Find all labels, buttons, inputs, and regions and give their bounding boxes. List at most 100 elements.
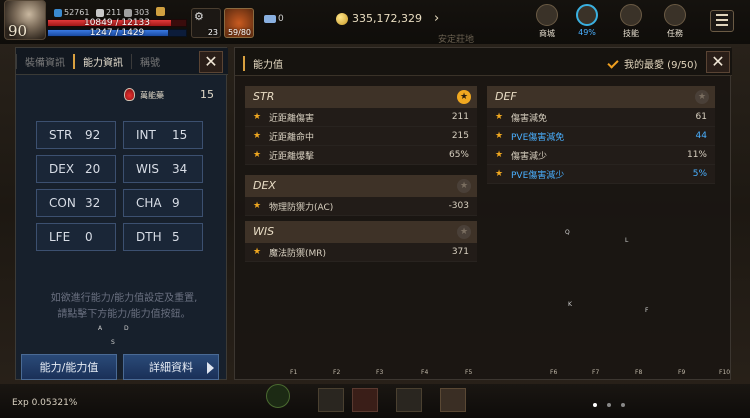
page-dot <box>621 403 625 407</box>
star-icon: ★ <box>253 112 262 122</box>
panel-title: 能力值 <box>243 56 283 71</box>
stat-con: CON 32 <box>36 189 116 217</box>
key-hint-d: D <box>124 325 129 332</box>
moon-skill-icon[interactable] <box>266 384 290 408</box>
armor-icon <box>124 8 132 17</box>
stat-int: INT 15 <box>123 121 203 149</box>
close-icon: ✕ <box>711 52 725 71</box>
fkey-10: F10 <box>719 369 731 376</box>
help-text: 如欲進行能力/能力值設定及重置, 請點擊下方能力/能力值按鈕。 <box>50 293 198 320</box>
fkey-7: F7 <box>592 369 600 376</box>
checkmark-icon <box>607 58 619 70</box>
quest-button[interactable]: 任務 <box>658 4 692 39</box>
stat-wis: WIS 34 <box>123 155 203 183</box>
star-icon: ★ <box>253 201 262 211</box>
star-filled-icon[interactable]: ★ <box>457 90 471 104</box>
stat-row: ★ 傷害減免 61 <box>487 108 715 127</box>
coin-icon <box>336 12 348 25</box>
fkey-4: F4 <box>421 369 429 376</box>
stat-dth: DTH 5 <box>123 223 203 251</box>
gear-icon: ⚙ <box>194 10 204 23</box>
skill-slot-icon[interactable] <box>352 388 378 412</box>
chevron-right-icon[interactable]: › <box>434 11 439 26</box>
stat-cha: CHA 9 <box>123 189 203 217</box>
mp-text: 1247 / 1429 <box>89 28 145 38</box>
shield-icon <box>54 8 62 17</box>
star-icon: ★ <box>253 247 262 257</box>
key-hint-f: F <box>645 307 649 314</box>
star-empty-icon[interactable]: ★ <box>457 179 471 193</box>
ability-stats-button[interactable]: 能力/能力值 <box>21 354 117 380</box>
stat-row: ★ 魔法防禦(MR) 371 <box>245 243 477 262</box>
quick-slot-2[interactable]: 59/80 <box>224 8 254 38</box>
progress-button[interactable]: 49% <box>570 4 604 37</box>
stat-row: ★ PVE傷害減少 5% <box>487 165 715 184</box>
ability-values-panel: 能力值 我的最愛 (9/50) ✕ STR ★ ★ 近距離傷害 211 ★ 近距離命中 2… <box>234 47 732 380</box>
tab-equipment[interactable]: 裝備資訊 <box>16 53 73 69</box>
buff-icon <box>156 7 165 16</box>
section-dex: DEX ★ ★ 物理防禦力(AC) -303 <box>245 175 477 216</box>
section-str: STR ★ ★ 近距離傷害 211 ★ 近距離命中 215 ★ 近距離爆擊 65% <box>245 86 477 165</box>
skill-slot-icon[interactable] <box>440 388 466 412</box>
info-tabs: 裝備資訊 能力資訊 稱號 <box>16 48 228 75</box>
skill-slot-icon[interactable] <box>318 388 344 412</box>
stat-row: ★ 傷害減少 11% <box>487 146 715 165</box>
elixir-label: 萬能藥 <box>140 91 164 100</box>
favorites-toggle[interactable]: 我的最愛 (9/50) <box>607 56 697 71</box>
fkey-1: F1 <box>290 369 298 376</box>
main-menu-button[interactable] <box>710 10 734 32</box>
key-hint-q: Q <box>565 229 570 236</box>
fkey-8: F8 <box>635 369 643 376</box>
hp-bar: 10849 / 12133 <box>47 18 187 28</box>
quick-slot-1[interactable]: ⚙ 23 <box>191 8 221 38</box>
section-wis: WIS ★ ★ 魔法防禦(MR) 371 <box>245 221 477 262</box>
star-icon: ★ <box>495 112 504 122</box>
close-icon: ✕ <box>204 52 218 71</box>
character-info-panel: 裝備資訊 能力資訊 稱號 ✕ 萬能藥 15 STR 92 INT 15 DEX 20 … <box>15 47 228 380</box>
area-name: 安定莊地 <box>438 35 475 45</box>
tab-ability[interactable]: 能力資訊 <box>73 53 131 69</box>
stat-dex: DEX 20 <box>36 155 116 183</box>
skill-icon <box>620 4 642 26</box>
star-icon: ★ <box>253 150 262 160</box>
game-screen: 90 52761 211 303 10849 / 12133 1247 / 14… <box>0 0 750 418</box>
top-hud: 90 52761 211 303 10849 / 12133 1247 / 14… <box>0 0 750 45</box>
wing-counter: 0 <box>264 14 284 24</box>
tab-title[interactable]: 稱號 <box>131 53 168 69</box>
shop-button[interactable]: 商城 <box>530 4 564 39</box>
stat-row: ★ 近距離爆擊 65% <box>245 146 477 165</box>
bottom-bar <box>0 384 750 418</box>
star-empty-icon[interactable]: ★ <box>695 90 709 104</box>
section-header: WIS ★ <box>245 221 477 243</box>
ability-panel-header: 能力值 我的最愛 (9/50) ✕ <box>235 48 732 76</box>
stat-row: ★ 近距離命中 215 <box>245 127 477 146</box>
fkey-9: F9 <box>678 369 686 376</box>
gold-display: 335,172,329 › <box>336 11 439 26</box>
skill-slot-icon[interactable] <box>396 388 422 412</box>
star-icon: ★ <box>253 131 262 141</box>
close-right-panel-button[interactable]: ✕ <box>706 51 730 73</box>
mini-stat-3: 303 <box>124 8 149 17</box>
exp-label: Exp 0.05321% <box>12 398 78 408</box>
level-label: 90 <box>8 22 28 40</box>
page-dot <box>593 403 597 407</box>
close-left-panel-button[interactable]: ✕ <box>199 51 223 73</box>
star-empty-icon[interactable]: ★ <box>457 225 471 239</box>
fkey-3: F3 <box>376 369 384 376</box>
elixir-icon <box>124 88 135 101</box>
section-header: STR ★ <box>245 86 477 108</box>
quest-icon <box>664 4 686 26</box>
key-hint-l: L <box>625 237 629 244</box>
stat-str: STR 92 <box>36 121 116 149</box>
stat-row: ★ PVE傷害減免 44 <box>487 127 715 146</box>
stat-row: ★ 物理防禦力(AC) -303 <box>245 197 477 216</box>
stat-lfe: LFE 0 <box>36 223 116 251</box>
fkey-5: F5 <box>465 369 473 376</box>
key-hint-a: A <box>98 325 103 332</box>
sword-icon <box>96 8 104 17</box>
details-button[interactable]: 詳細資料 <box>123 354 219 380</box>
star-icon: ★ <box>495 150 504 160</box>
section-header: DEF ★ <box>487 86 715 108</box>
section-header: DEX ★ <box>245 175 477 197</box>
skill-button[interactable]: 技能 <box>614 4 648 39</box>
